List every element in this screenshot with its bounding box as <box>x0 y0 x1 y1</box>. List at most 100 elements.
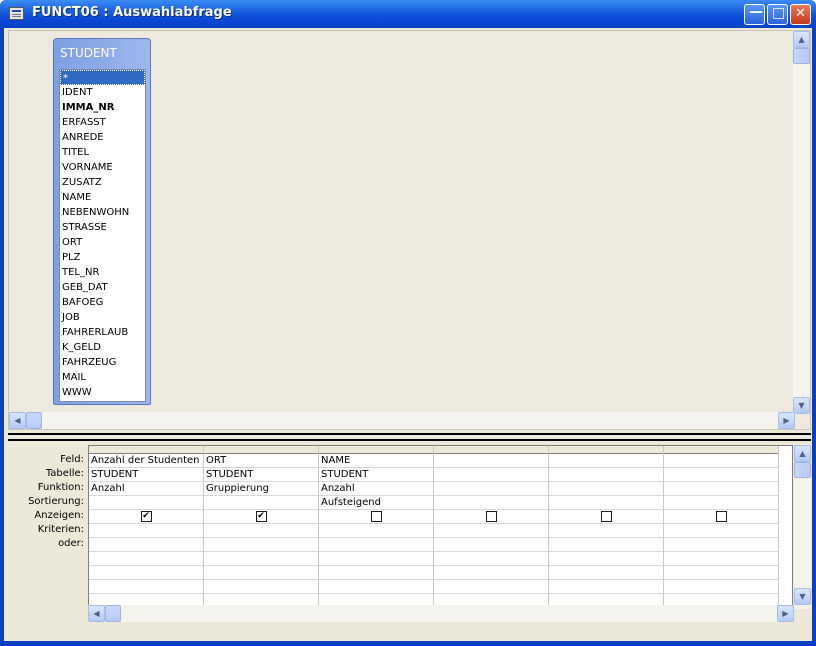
show-checkbox[interactable] <box>600 511 612 522</box>
cell-sortierung[interactable] <box>204 496 318 510</box>
column-selector[interactable] <box>664 446 778 454</box>
cell-feld[interactable]: Anzahl der Studenten <box>89 454 203 468</box>
scroll-up-icon[interactable]: ▲ <box>793 31 810 48</box>
table-field[interactable]: VORNAME <box>60 160 145 175</box>
cell-empty[interactable] <box>664 566 778 580</box>
table-field[interactable]: ZUSATZ <box>60 175 145 190</box>
scroll-down-icon[interactable]: ▼ <box>793 397 810 414</box>
cell-kriterien[interactable] <box>434 524 548 538</box>
column-selector[interactable] <box>549 446 663 454</box>
cell-empty[interactable] <box>319 566 433 580</box>
cell-oder[interactable] <box>319 538 433 552</box>
cell-tabelle[interactable] <box>549 468 663 482</box>
table-field[interactable]: ERFASST <box>60 115 145 130</box>
table-field[interactable]: TITEL <box>60 145 145 160</box>
cell-kriterien[interactable] <box>204 524 318 538</box>
cell-empty[interactable] <box>664 552 778 566</box>
table-field[interactable]: JOB <box>60 310 145 325</box>
cell-feld[interactable]: ORT <box>204 454 318 468</box>
cell-funktion[interactable] <box>549 482 663 496</box>
table-title[interactable]: STUDENT <box>60 46 117 60</box>
table-field[interactable]: MAIL <box>60 370 145 385</box>
grid-column[interactable]: NAME STUDENT Anzahl Aufsteigend <box>319 446 434 608</box>
show-checkbox[interactable]: ✔ <box>140 511 152 522</box>
grid-column[interactable] <box>549 446 664 608</box>
cell-empty[interactable] <box>549 566 663 580</box>
table-field[interactable]: GEB_DAT <box>60 280 145 295</box>
cell-empty[interactable] <box>204 552 318 566</box>
cell-sortierung[interactable]: Aufsteigend <box>319 496 433 510</box>
cell-kriterien[interactable] <box>664 524 778 538</box>
table-field[interactable]: NEBENWOHN <box>60 205 145 220</box>
column-selector[interactable] <box>434 446 548 454</box>
query-design-grid[interactable]: Anzahl der Studenten STUDENT Anzahl ✔ ORT STU… <box>88 445 793 609</box>
scroll-thumb[interactable] <box>793 48 810 64</box>
column-selector[interactable] <box>319 446 433 454</box>
table-field[interactable]: WWW <box>60 385 145 400</box>
cell-funktion[interactable] <box>434 482 548 496</box>
cell-empty[interactable] <box>204 566 318 580</box>
title-bar[interactable]: FUNCT06 : Auswahlabfrage — □ ✕ <box>0 0 816 28</box>
upper-horizontal-scrollbar[interactable]: ◀ ▶ <box>9 412 795 429</box>
maximize-button[interactable]: □ <box>767 4 788 25</box>
column-selector[interactable] <box>89 446 203 454</box>
cell-funktion[interactable]: Anzahl <box>89 482 203 496</box>
cell-empty[interactable] <box>204 580 318 594</box>
table-field[interactable]: IMMA_NR <box>60 100 145 115</box>
cell-feld[interactable] <box>664 454 778 468</box>
show-checkbox[interactable] <box>370 511 382 522</box>
student-table-box[interactable]: STUDENT * IDENT IMMA_NR ERFASST ANREDE TITEL V… <box>53 38 151 405</box>
table-field[interactable]: STRASSE <box>60 220 145 235</box>
show-checkbox[interactable]: ✔ <box>255 511 267 522</box>
cell-empty[interactable] <box>89 580 203 594</box>
table-pane[interactable]: STUDENT * IDENT IMMA_NR ERFASST ANREDE TITEL V… <box>8 30 811 430</box>
cell-empty[interactable] <box>549 580 663 594</box>
table-field[interactable]: K_GELD <box>60 340 145 355</box>
cell-oder[interactable] <box>664 538 778 552</box>
minimize-button[interactable]: — <box>744 4 765 25</box>
scroll-right-icon[interactable]: ▶ <box>777 605 794 622</box>
table-field[interactable]: FAHRERLAUB <box>60 325 145 340</box>
scroll-left-icon[interactable]: ◀ <box>88 605 105 622</box>
table-field[interactable]: * <box>60 70 145 85</box>
cell-oder[interactable] <box>434 538 548 552</box>
grid-column[interactable]: Anzahl der Studenten STUDENT Anzahl ✔ <box>89 446 204 608</box>
query-icon[interactable] <box>9 7 24 20</box>
column-selector[interactable] <box>204 446 318 454</box>
cell-empty[interactable] <box>434 580 548 594</box>
cell-tabelle[interactable]: STUDENT <box>204 468 318 482</box>
grid-column[interactable]: ORT STUDENT Gruppierung ✔ <box>204 446 319 608</box>
cell-feld[interactable] <box>434 454 548 468</box>
cell-feld[interactable]: NAME <box>319 454 433 468</box>
table-field[interactable]: IDENT <box>60 85 145 100</box>
scroll-thumb[interactable] <box>794 462 811 478</box>
scroll-up-icon[interactable]: ▲ <box>794 445 811 462</box>
table-field[interactable]: BAFOEG <box>60 295 145 310</box>
table-field[interactable]: ANREDE <box>60 130 145 145</box>
scroll-thumb[interactable] <box>105 605 121 622</box>
cell-sortierung[interactable] <box>549 496 663 510</box>
cell-sortierung[interactable] <box>89 496 203 510</box>
scroll-right-icon[interactable]: ▶ <box>778 412 795 429</box>
cell-tabelle[interactable] <box>434 468 548 482</box>
cell-tabelle[interactable] <box>664 468 778 482</box>
cell-funktion[interactable]: Gruppierung <box>204 482 318 496</box>
cell-kriterien[interactable] <box>89 524 203 538</box>
cell-empty[interactable] <box>549 552 663 566</box>
grid-column[interactable] <box>434 446 549 608</box>
cell-feld[interactable] <box>549 454 663 468</box>
cell-funktion[interactable]: Anzahl <box>319 482 433 496</box>
show-checkbox[interactable] <box>715 511 727 522</box>
cell-empty[interactable] <box>664 580 778 594</box>
cell-kriterien[interactable] <box>319 524 433 538</box>
lower-vertical-scrollbar[interactable]: ▲ ▼ <box>794 445 811 609</box>
table-field[interactable]: TEL_NR <box>60 265 145 280</box>
cell-empty[interactable] <box>319 580 433 594</box>
scroll-left-icon[interactable]: ◀ <box>9 412 26 429</box>
close-button[interactable]: ✕ <box>790 4 811 25</box>
table-field[interactable]: PLZ <box>60 250 145 265</box>
cell-empty[interactable] <box>434 552 548 566</box>
show-checkbox[interactable] <box>485 511 497 522</box>
scroll-thumb[interactable] <box>26 412 42 429</box>
cell-sortierung[interactable] <box>664 496 778 510</box>
